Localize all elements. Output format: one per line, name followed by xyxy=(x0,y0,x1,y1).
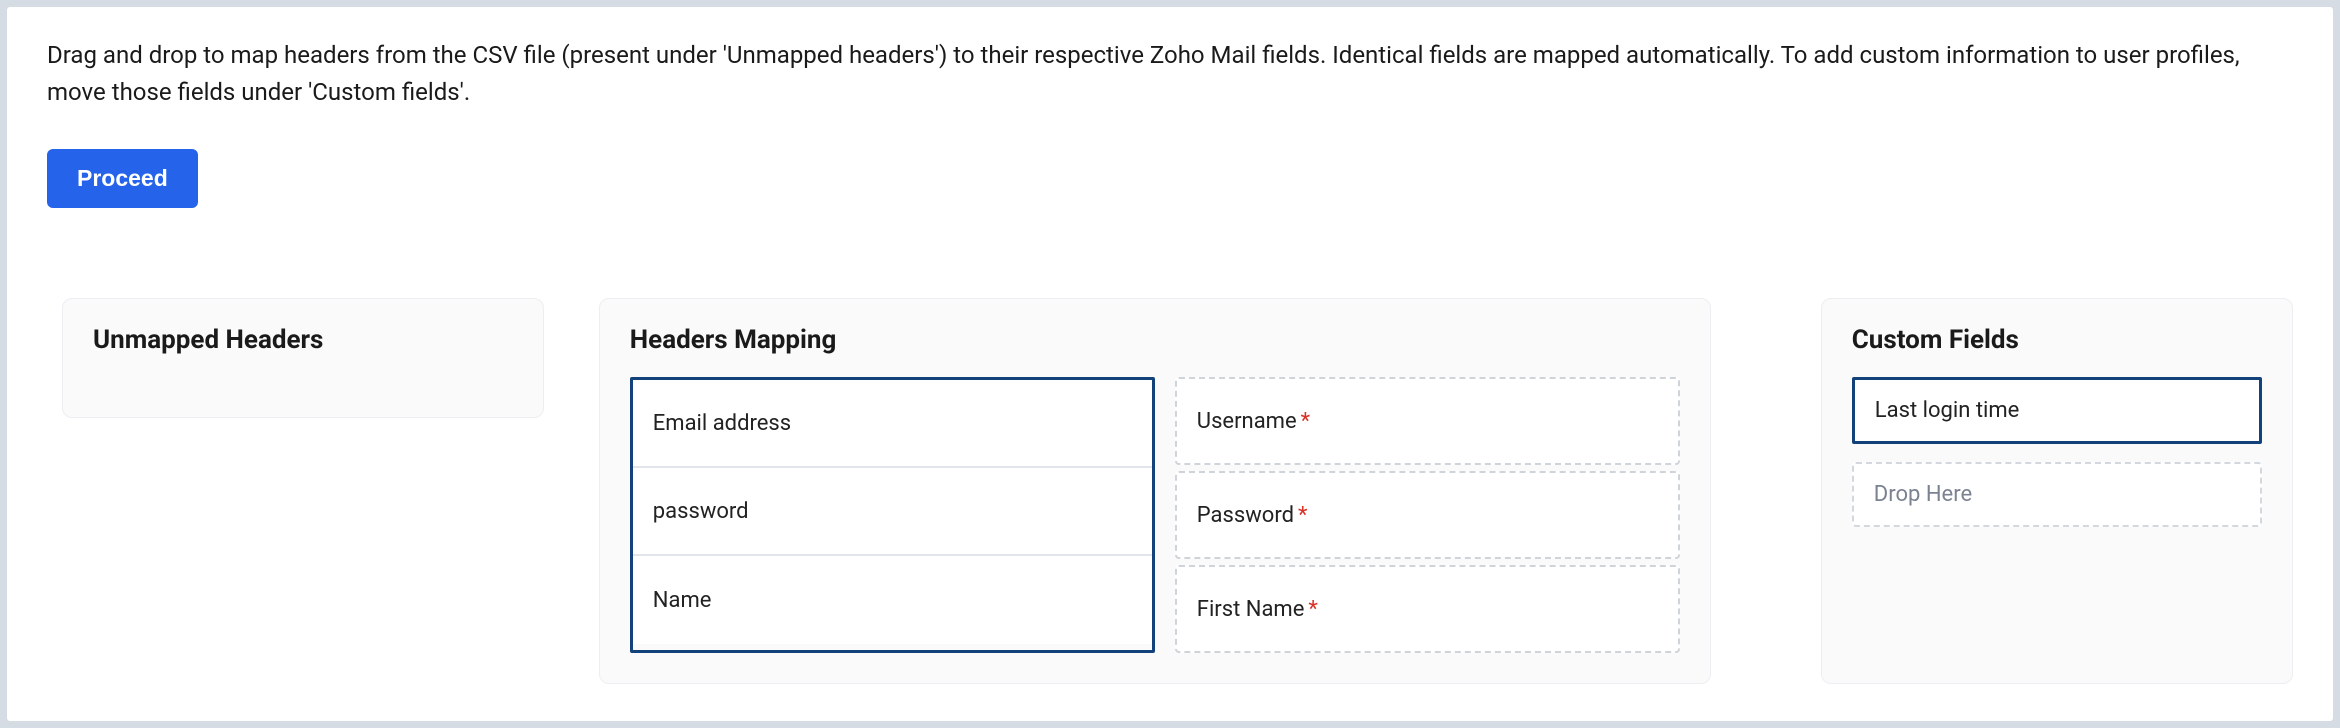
mapping-target-field[interactable]: First Name* xyxy=(1175,565,1680,653)
required-asterisk: * xyxy=(1301,409,1310,434)
instructions-text: Drag and drop to map headers from the CS… xyxy=(47,37,2293,111)
mapped-source-item[interactable]: Name xyxy=(633,556,1152,644)
mapped-source-group: Email address password Name xyxy=(630,377,1155,653)
custom-fields-title: Custom Fields xyxy=(1852,325,2262,355)
mapping-target-field[interactable]: Password* xyxy=(1175,471,1680,559)
target-label: Password xyxy=(1197,503,1294,528)
target-label: First Name xyxy=(1197,597,1305,622)
required-asterisk: * xyxy=(1298,503,1307,528)
proceed-button[interactable]: Proceed xyxy=(47,149,198,208)
mapping-target-field[interactable]: Username* xyxy=(1175,377,1680,465)
custom-drop-zone[interactable]: Drop Here xyxy=(1852,462,2262,527)
custom-field-group: Last login time xyxy=(1852,377,2262,444)
custom-fields-panel: Custom Fields Last login time Drop Here xyxy=(1821,298,2293,684)
target-label: Username xyxy=(1197,409,1297,434)
unmapped-headers-title: Unmapped Headers xyxy=(93,325,513,355)
headers-mapping-title: Headers Mapping xyxy=(630,325,1680,355)
headers-mapping-panel: Headers Mapping Email address password N… xyxy=(599,298,1711,684)
unmapped-headers-panel: Unmapped Headers xyxy=(62,298,544,418)
mapped-source-item[interactable]: Email address xyxy=(633,380,1152,468)
required-asterisk: * xyxy=(1308,597,1317,622)
custom-field-item[interactable]: Last login time xyxy=(1855,380,2259,441)
mapped-source-item[interactable]: password xyxy=(633,468,1152,556)
